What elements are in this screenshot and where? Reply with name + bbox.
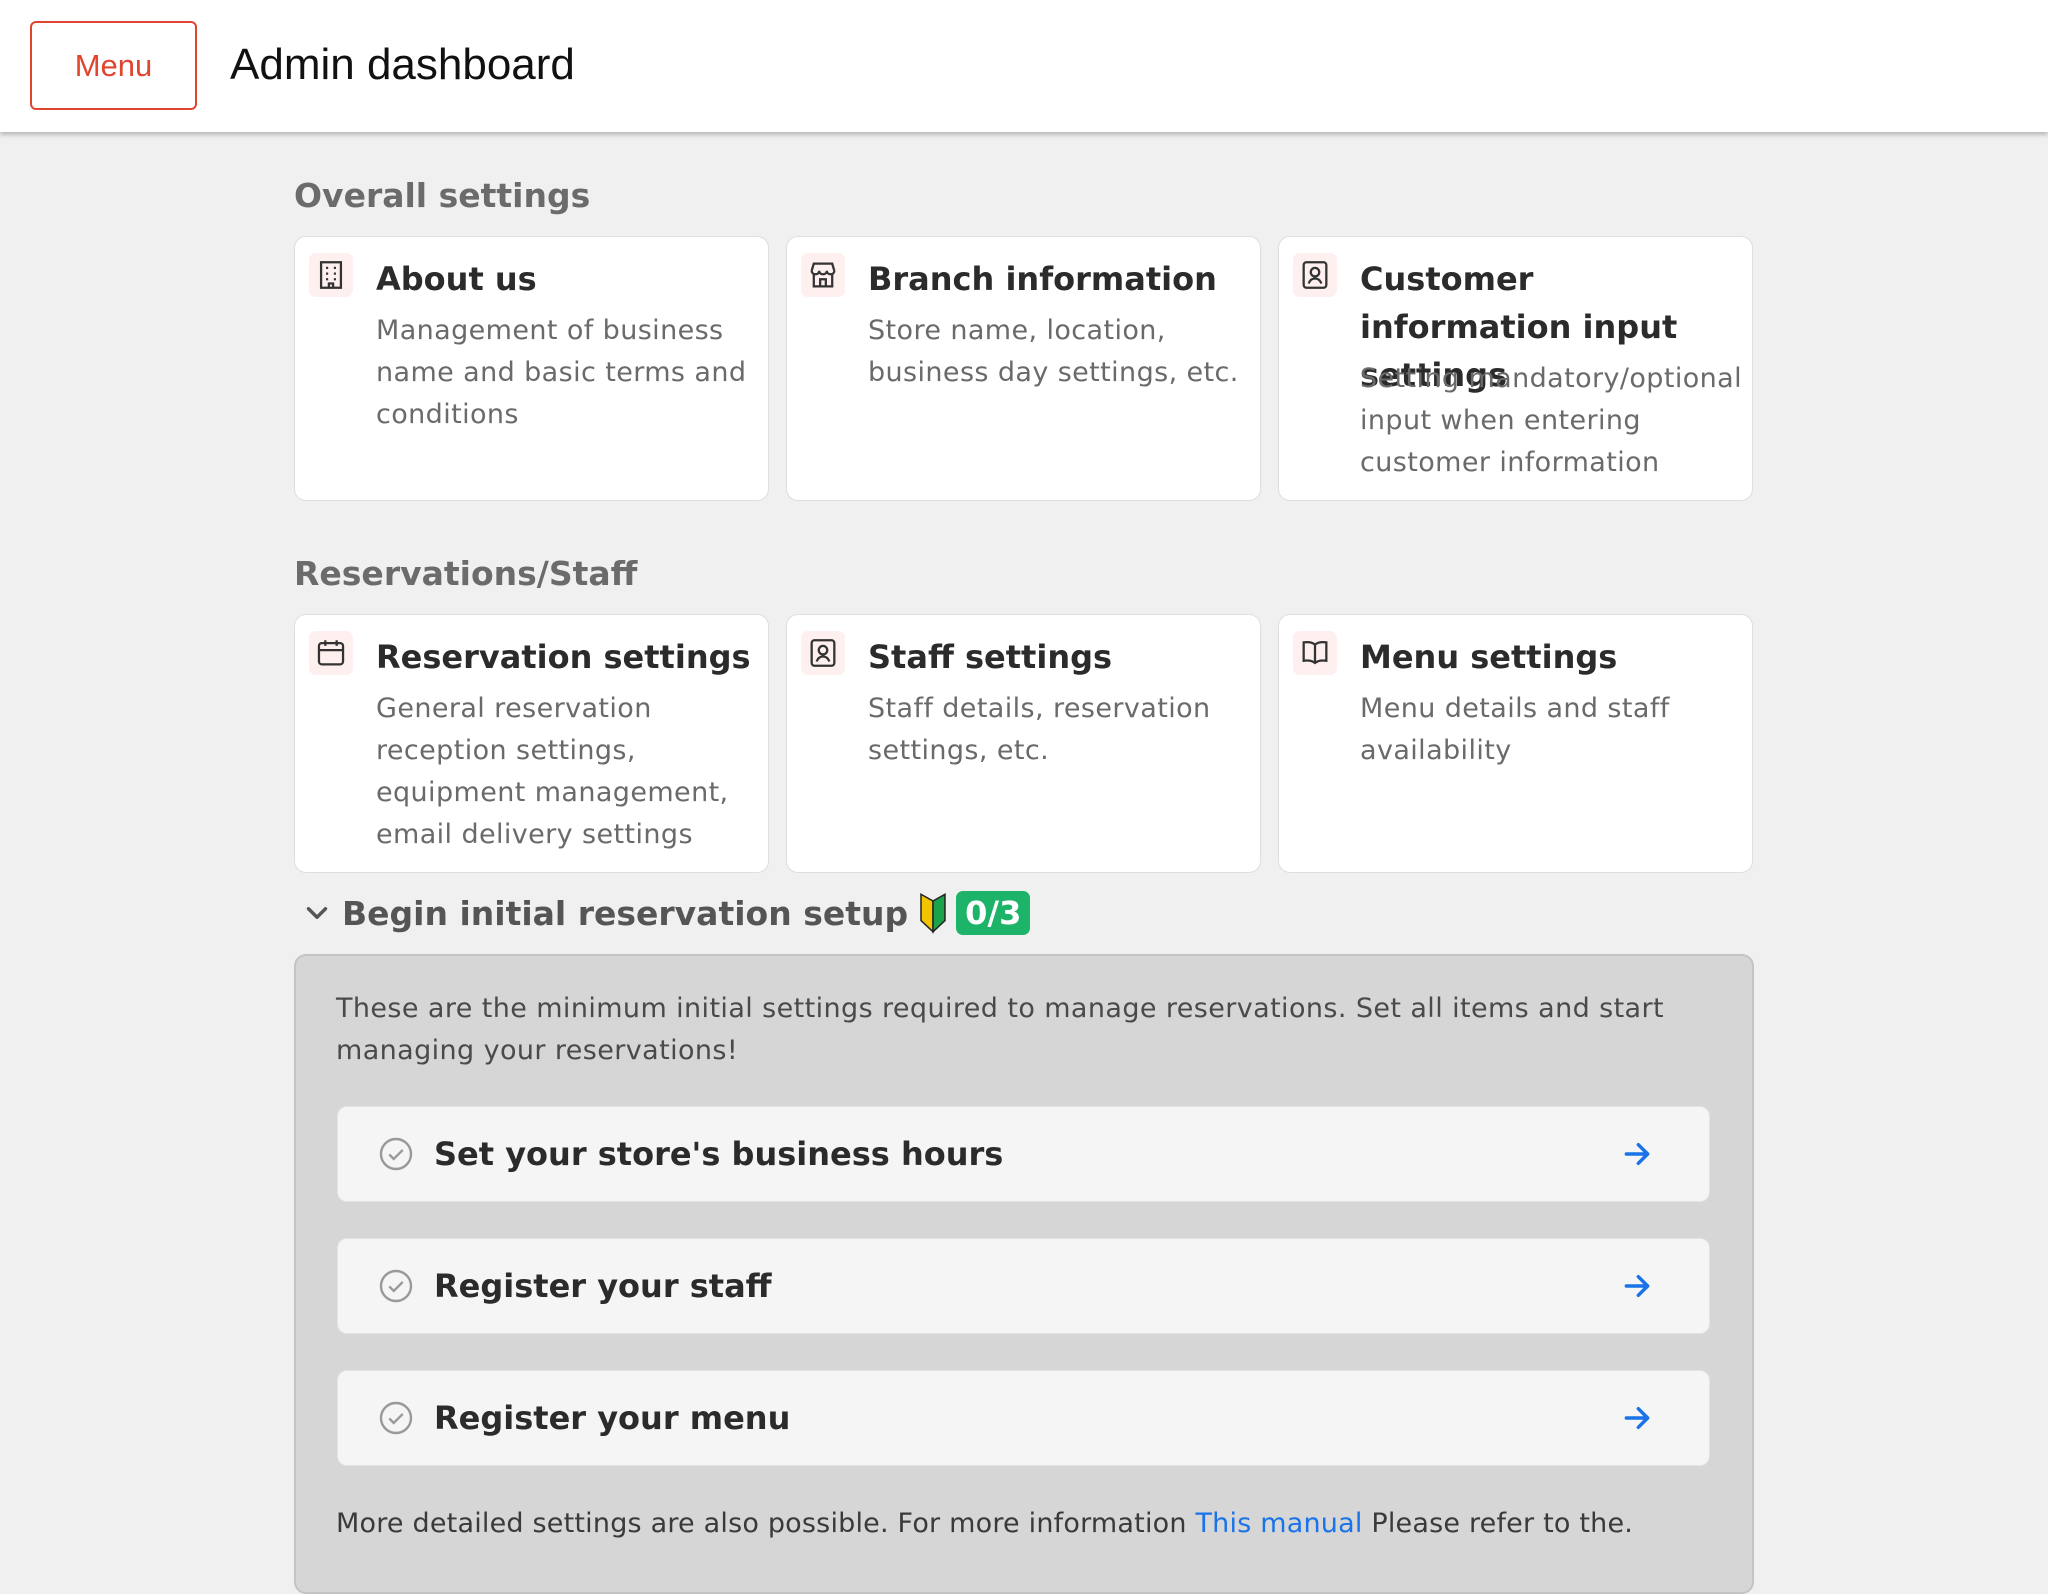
card-description: Management of business name and basic te… [376, 315, 747, 430]
task-label: Register your staff [434, 1267, 772, 1305]
arrow-right-icon [1624, 1142, 1650, 1166]
manual-link[interactable]: This manual [1195, 1508, 1362, 1539]
calendar-icon [309, 631, 353, 675]
task-label: Register your menu [434, 1399, 791, 1437]
card-description: Setting mandatory/optional input when en… [1360, 363, 1743, 478]
task-register-menu[interactable]: Register your menu [337, 1370, 1710, 1466]
menu-button[interactable]: Menu [30, 21, 197, 110]
section-heading-reservations-staff: Reservations/Staff [294, 554, 638, 593]
footer-text-after: Please refer to the. [1371, 1508, 1634, 1539]
card-title: Menu settings [1360, 638, 1618, 676]
store-icon [801, 253, 845, 297]
page-title: Admin dashboard [230, 40, 575, 89]
task-register-staff[interactable]: Register your staff [337, 1238, 1710, 1334]
card-description: Staff details, reservation settings, etc… [868, 693, 1211, 766]
check-circle-icon [379, 1137, 413, 1171]
card-description: General reservation reception settings, … [376, 693, 729, 850]
book-icon [1293, 631, 1337, 675]
initial-setup-toggle[interactable]: Begin initial reservation setup 0/3 [300, 886, 1031, 940]
task-business-hours[interactable]: Set your store's business hours [337, 1106, 1710, 1202]
user-card-icon [1293, 253, 1337, 297]
card-branch-information[interactable]: Branch information Store name, location,… [786, 236, 1261, 501]
card-title: About us [376, 260, 537, 298]
arrow-right-icon [1624, 1406, 1650, 1430]
card-description: Store name, location, business day setti… [868, 315, 1239, 388]
card-description: Menu details and staff availability [1360, 693, 1670, 766]
card-title: Branch information [868, 260, 1217, 298]
building-icon [309, 253, 353, 297]
beginner-mark-icon [920, 892, 946, 934]
top-bar: Menu Admin dashboard [0, 0, 2048, 132]
footer-note: More detailed settings are also possible… [336, 1508, 1736, 1539]
progress-badge: 0/3 [956, 891, 1031, 935]
card-menu-settings[interactable]: Menu settings Menu details and staff ava… [1278, 614, 1753, 873]
section-heading-overall: Overall settings [294, 176, 591, 215]
chevron-down-icon [306, 907, 328, 919]
card-customer-information-input-settings[interactable]: Customer information input settings Sett… [1278, 236, 1753, 501]
card-title: Reservation settings [376, 638, 751, 676]
card-about-us[interactable]: About us Management of business name and… [294, 236, 769, 501]
setup-intro-text: These are the minimum initial settings r… [336, 993, 1664, 1066]
card-staff-settings[interactable]: Staff settings Staff details, reservatio… [786, 614, 1261, 873]
arrow-right-icon [1624, 1274, 1650, 1298]
card-title: Staff settings [868, 638, 1113, 676]
footer-text-before: More detailed settings are also possible… [336, 1508, 1187, 1539]
initial-setup-label: Begin initial reservation setup [342, 893, 909, 933]
initial-setup-panel: These are the minimum initial settings r… [294, 954, 1754, 1594]
user-card-icon [801, 631, 845, 675]
check-circle-icon [379, 1269, 413, 1303]
check-circle-icon [379, 1401, 413, 1435]
task-label: Set your store's business hours [434, 1135, 1004, 1173]
card-reservation-settings[interactable]: Reservation settings General reservation… [294, 614, 769, 873]
